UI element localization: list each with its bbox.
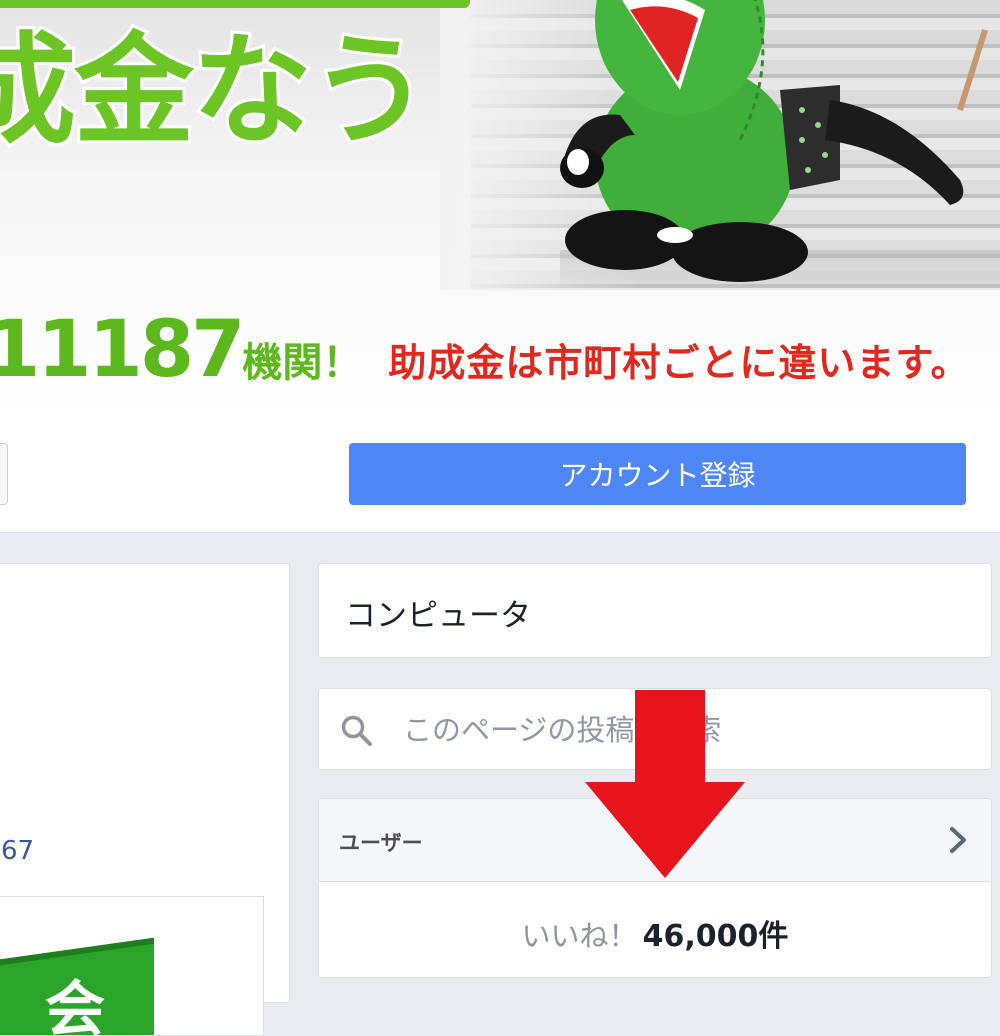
chevron-right-icon[interactable] <box>943 823 973 857</box>
category-label: コンピュータ <box>345 598 531 634</box>
stat-number: 11187 <box>0 305 245 395</box>
mascot-image <box>560 0 988 282</box>
cover-title-bar <box>0 0 470 8</box>
account-register-button[interactable]: アカウント登録 <box>349 443 966 505</box>
left-info-panel: 67 会 <box>0 563 290 1036</box>
cover-title: 成金なう <box>0 19 433 164</box>
stat-note: 助成金は市町村ごとに違います。 <box>388 341 970 385</box>
action-bar: アカウント登録 <box>0 415 1000 533</box>
left-info-link[interactable]: 67 <box>1 836 34 866</box>
category-card[interactable]: コンピュータ <box>318 563 992 658</box>
cover-photo[interactable]: 成金なう 11187機関！ 助成金は市町村ごとに違います。 <box>0 0 1000 415</box>
likes-summary: いいね！ 46,000件 <box>319 911 991 955</box>
stat-unit: 機関！ <box>242 340 363 386</box>
likes-count: 46,000件 <box>642 919 789 954</box>
likes-label: いいね！ <box>521 919 638 953</box>
related-page-logo-glyph: 会 <box>45 975 105 1036</box>
stats-strip: 11187機関！ 助成金は市町村ごとに違います。 <box>0 305 970 395</box>
search-icon <box>341 715 372 746</box>
red-down-arrow-icon <box>585 690 745 878</box>
users-section-title: ユーザー <box>339 831 423 855</box>
related-page-card[interactable]: 会 <box>0 896 264 1036</box>
login-button-edge[interactable] <box>0 443 8 505</box>
